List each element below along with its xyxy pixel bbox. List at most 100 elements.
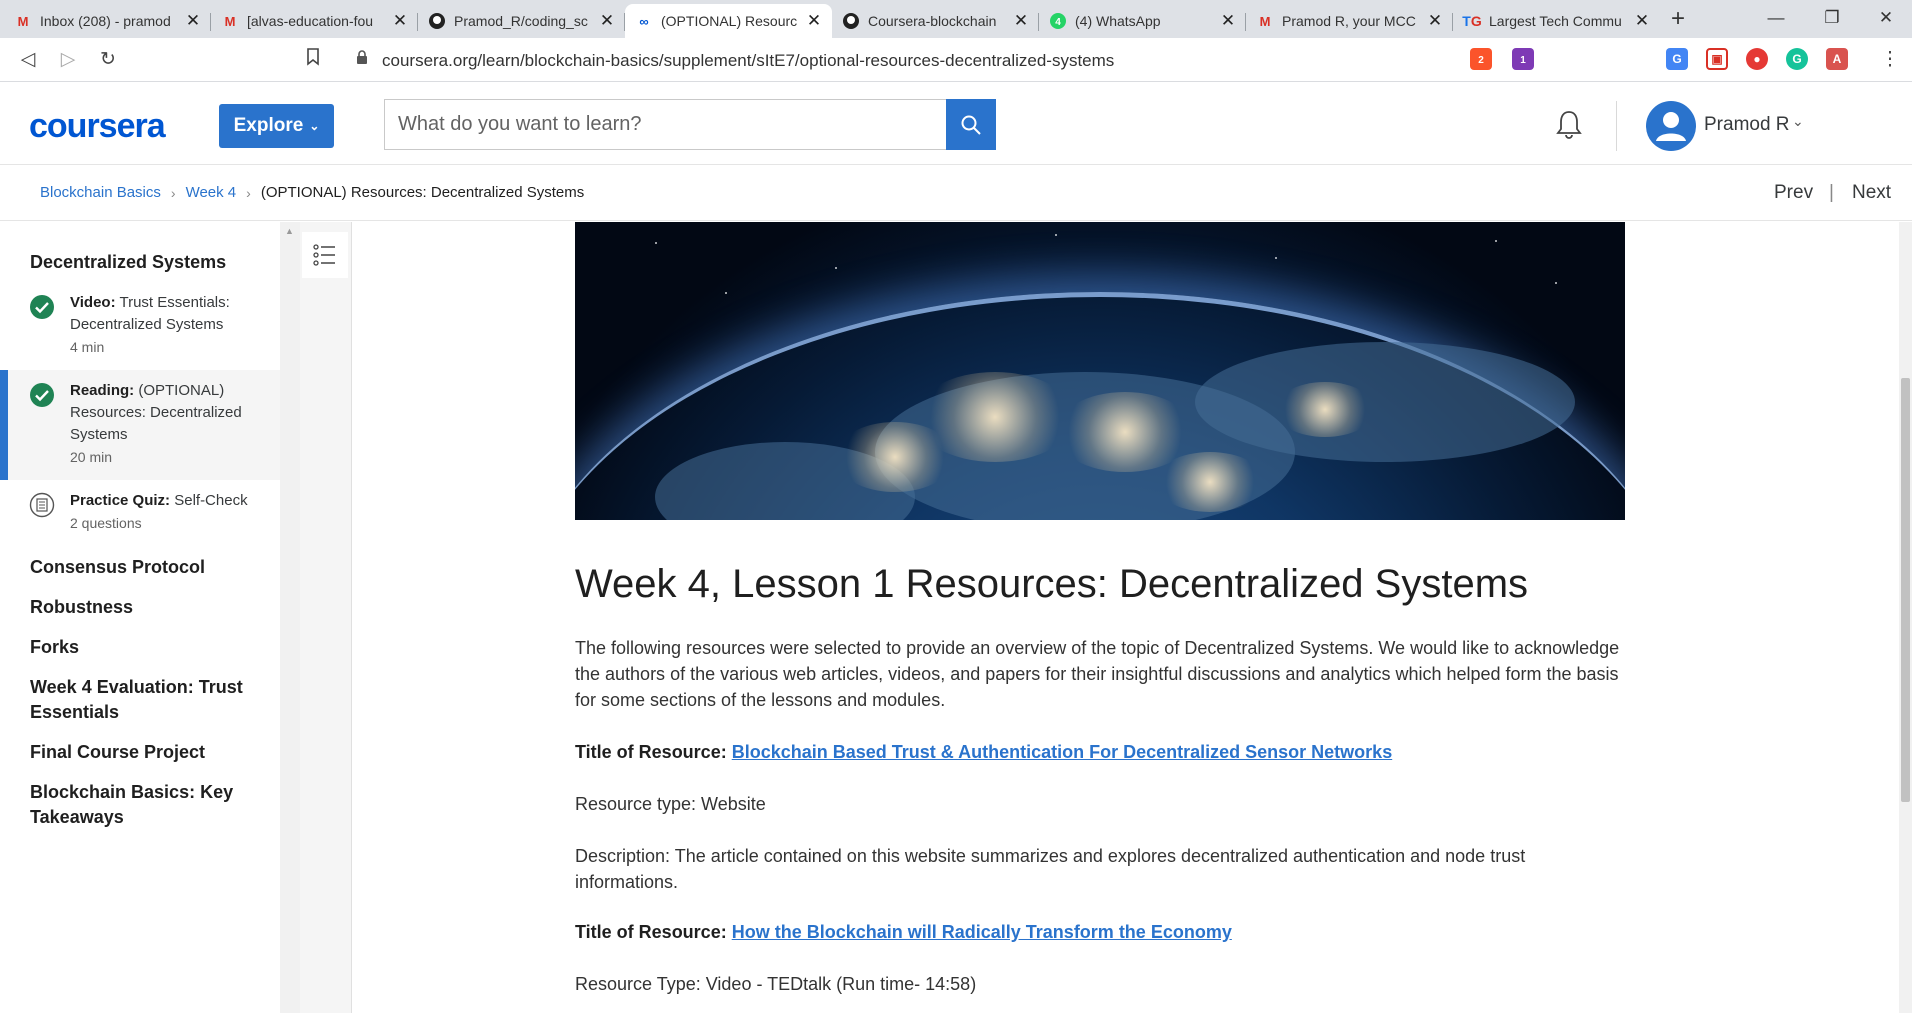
browser-toolbar: ◁ ▷ ↻ coursera.org/learn/blockchain-basi… [0, 38, 1912, 82]
translate-extension-icon[interactable]: G [1666, 48, 1688, 70]
star [835, 267, 837, 269]
star [725, 292, 727, 294]
close-tab-icon[interactable]: ✕ [599, 11, 615, 31]
sidebar-item-text: Video: Trust Essentials: Decentralized S… [70, 292, 265, 359]
breadcrumb-bar: Blockchain Basics › Week 4 › (OPTIONAL) … [0, 166, 1912, 221]
pdf-extension-icon[interactable]: A [1826, 48, 1848, 70]
breadcrumb-course-link[interactable]: Blockchain Basics [40, 184, 161, 201]
close-tab-icon[interactable]: ✕ [1427, 11, 1443, 31]
forward-button[interactable]: ▷ [56, 48, 80, 72]
item-duration: 2 questions [70, 515, 142, 531]
address-bar[interactable]: coursera.org/learn/blockchain-basics/sup… [306, 44, 1546, 76]
adblock-extension-icon[interactable]: ● [1746, 48, 1768, 70]
star [1495, 240, 1497, 242]
resource-type: Resource type: Website [575, 794, 766, 814]
resource-type: Resource Type: Video - TEDtalk (Run time… [575, 974, 977, 994]
new-tab-button[interactable]: + [1664, 4, 1692, 34]
close-tab-icon[interactable]: ✕ [1013, 11, 1029, 31]
avatar[interactable] [1646, 101, 1696, 151]
minimize-window-button[interactable]: — [1752, 0, 1800, 38]
lock-icon [356, 50, 368, 68]
browser-menu-icon[interactable]: ⋮ [1878, 48, 1902, 72]
close-window-button[interactable]: ✕ [1862, 0, 1910, 38]
table-of-contents-button[interactable] [302, 232, 348, 278]
city-lights [835, 422, 955, 492]
explore-button[interactable]: Explore ⌄ [219, 104, 334, 148]
close-tab-icon[interactable]: ✕ [392, 11, 408, 31]
header-divider [1616, 101, 1617, 151]
brave-shield-icon[interactable]: 2 [1470, 48, 1492, 70]
explore-label: Explore [233, 115, 304, 136]
close-tab-icon[interactable]: ✕ [1634, 11, 1650, 31]
browser-tab[interactable]: M Pramod R, your MCC ✕ [1246, 4, 1453, 38]
browser-tab[interactable]: M [alvas-education-fou ✕ [211, 4, 418, 38]
url-text[interactable]: coursera.org/learn/blockchain-basics/sup… [382, 51, 1114, 71]
gmail-icon: M [1259, 13, 1271, 29]
site-header: coursera Explore ⌄ What do you want to l… [0, 83, 1912, 165]
sidebar-module-current[interactable]: Decentralized Systems [30, 250, 260, 275]
reading-content: Week 4, Lesson 1 Resources: Decentralize… [353, 222, 1899, 1013]
search-button[interactable] [946, 99, 996, 150]
back-button[interactable]: ◁ [16, 48, 40, 72]
close-tab-icon[interactable]: ✕ [185, 11, 201, 31]
prev-button[interactable]: Prev [1774, 182, 1813, 204]
prev-next-divider: | [1829, 182, 1834, 203]
toc-strip [300, 222, 352, 1013]
tab-title: Pramod_R/coding_sc [454, 13, 588, 29]
active-indicator [0, 370, 8, 480]
browser-tab[interactable]: 4 (4) WhatsApp ✕ [1039, 4, 1246, 38]
restore-window-button[interactable]: ❐ [1808, 0, 1856, 38]
chevron-down-icon[interactable]: ⌄ [1792, 113, 1804, 130]
sidebar-scrollbar[interactable]: ▲ [280, 222, 300, 1013]
search-input[interactable]: What do you want to learn? [384, 99, 946, 150]
chevron-right-icon: › [246, 184, 251, 201]
breadcrumb: Blockchain Basics › Week 4 › (OPTIONAL) … [40, 184, 584, 201]
item-type-label: Practice Quiz: [70, 492, 171, 509]
sidebar-module[interactable]: Final Course Project [30, 740, 260, 765]
grammarly-extension-icon[interactable]: G [1786, 48, 1808, 70]
close-tab-icon[interactable]: ✕ [806, 11, 822, 31]
tab-title: [alvas-education-fou [247, 13, 374, 29]
close-tab-icon[interactable]: ✕ [1220, 11, 1236, 31]
gmail-icon: M [17, 13, 29, 29]
sidebar-module[interactable]: Consensus Protocol [30, 555, 260, 580]
browser-tab[interactable]: TG Largest Tech Commu ✕ [1453, 4, 1660, 38]
brave-badge: 2 [1478, 55, 1484, 66]
sidebar-module[interactable]: Robustness [30, 595, 260, 620]
browser-tab-strip: M Inbox (208) - pramod ✕ M [alvas-educat… [0, 0, 1912, 38]
resource-label: Title of Resource: [575, 922, 727, 942]
breadcrumb-week-link[interactable]: Week 4 [186, 184, 237, 201]
tab-title: Pramod R, your MCC [1282, 13, 1416, 29]
browser-tab-active[interactable]: ∞ (OPTIONAL) Resourc ✕ [625, 4, 832, 38]
reload-button[interactable]: ↻ [96, 48, 120, 72]
browser-tab[interactable]: Pramod_R/coding_sc ✕ [418, 4, 625, 38]
browser-tab[interactable]: M Inbox (208) - pramod ✕ [4, 4, 211, 38]
gmail-icon: M [224, 13, 236, 29]
coursera-logo[interactable]: coursera [29, 107, 166, 146]
sidebar-item-quiz[interactable]: Practice Quiz: Self-Check 2 questions [0, 480, 280, 542]
tab-title: Coursera-blockchain [868, 13, 997, 29]
sidebar-module[interactable]: Forks [30, 635, 260, 660]
scroll-up-icon[interactable]: ▲ [285, 226, 294, 236]
rewards-alert-icon[interactable]: 1 [1512, 48, 1534, 70]
next-button[interactable]: Next [1852, 182, 1891, 204]
sidebar-module[interactable]: Blockchain Basics: Key Takeaways [30, 780, 255, 830]
sidebar-module[interactable]: Week 4 Evaluation: Trust Essentials [30, 675, 255, 725]
bookmark-icon[interactable] [306, 48, 320, 71]
resource-label: Title of Resource: [575, 742, 727, 762]
save-extension-icon[interactable]: ▣ [1706, 48, 1728, 70]
tab-title: (OPTIONAL) Resourc [661, 13, 798, 29]
github-icon [842, 12, 860, 30]
content-scrollbar-thumb[interactable] [1901, 378, 1910, 802]
list-icon [313, 244, 335, 266]
sidebar-item-video[interactable]: Video: Trust Essentials: Decentralized S… [0, 292, 280, 370]
resource-description: Description: The article contained on th… [575, 846, 1526, 892]
notifications-bell-icon[interactable] [1554, 109, 1584, 141]
resource-link[interactable]: Blockchain Based Trust & Authentication … [732, 742, 1392, 762]
resource-link[interactable]: How the Blockchain will Radically Transf… [732, 922, 1232, 942]
browser-tab[interactable]: Coursera-blockchain ✕ [832, 4, 1039, 38]
sidebar-item-text: Practice Quiz: Self-Check 2 questions [70, 490, 265, 535]
user-name[interactable]: Pramod R [1704, 114, 1790, 136]
city-lights [1155, 452, 1265, 512]
sidebar-item-reading-active[interactable]: Reading: (OPTIONAL) Resources: Decentral… [0, 370, 280, 480]
